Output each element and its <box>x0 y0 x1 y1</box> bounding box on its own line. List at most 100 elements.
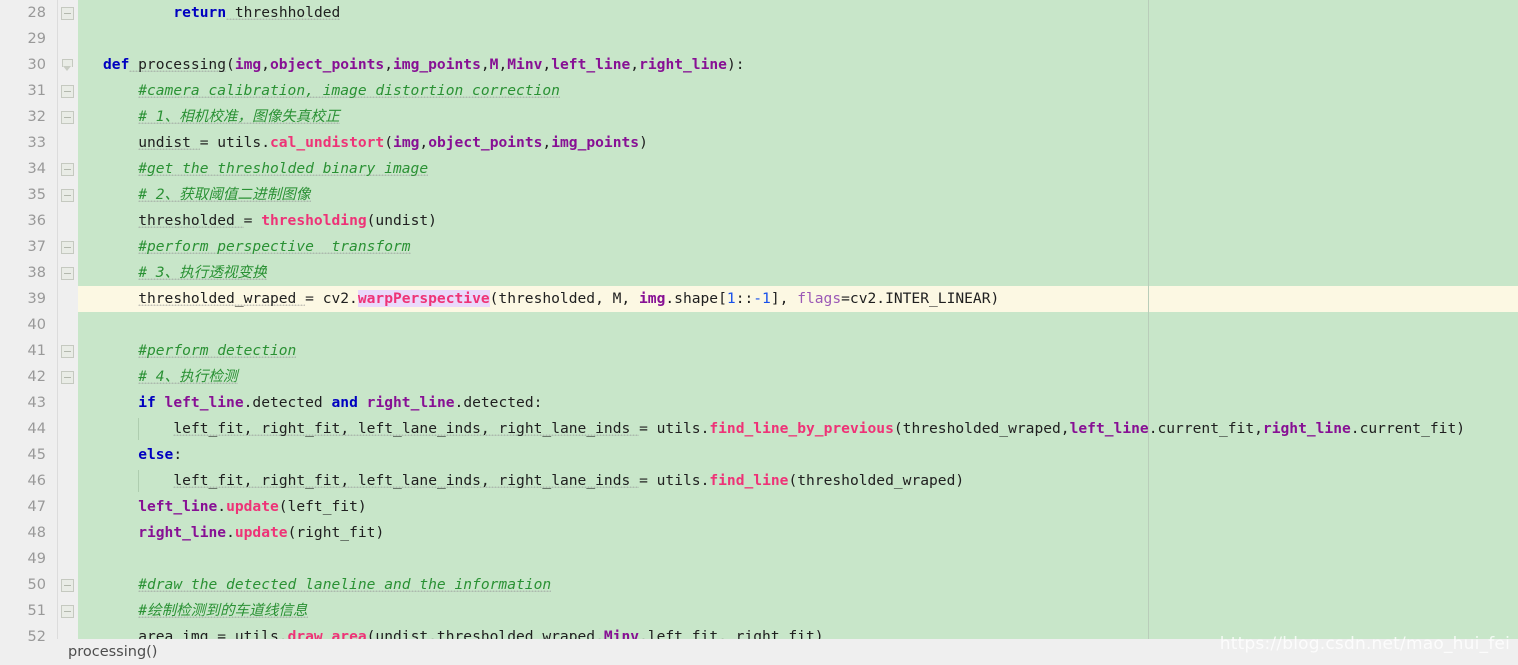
fold-collapse-icon[interactable] <box>61 345 74 358</box>
code-line-text: return threshholded <box>173 0 341 26</box>
code-token: left_line <box>138 498 218 515</box>
code-line[interactable]: if left_line.detected and right_line.det… <box>78 390 1518 416</box>
line-number: 52 <box>27 629 46 645</box>
code-line[interactable]: return threshholded <box>78 0 1518 26</box>
fold-collapse-icon[interactable] <box>61 111 74 124</box>
code-line-current[interactable]: thresholded_wraped = cv2.warpPerspective… <box>78 286 1518 312</box>
code-line[interactable]: #perform detection <box>78 338 1518 364</box>
line-number: 42 <box>27 369 46 385</box>
code-line[interactable]: left_line.update(left_fit) <box>78 494 1518 520</box>
fold-collapse-icon[interactable] <box>61 605 74 618</box>
code-line[interactable]: left_fit, right_fit, left_lane_inds, rig… <box>78 416 1518 442</box>
code-line[interactable]: #绘制检测到的车道线信息 <box>78 598 1518 624</box>
code-line[interactable]: # 2、获取阈值二进制图像 <box>78 182 1518 208</box>
code-token: -1 <box>753 290 771 307</box>
breadcrumb[interactable]: processing() <box>68 639 157 665</box>
fold-collapse-icon[interactable] <box>61 163 74 176</box>
code-line[interactable]: #get the thresholded binary image <box>78 156 1518 182</box>
code-line[interactable] <box>78 312 1518 338</box>
code-line-text: else: <box>138 442 182 468</box>
code-token: , <box>542 134 552 151</box>
code-token: . <box>226 524 235 541</box>
code-token: (undist,thresholded_wraped, <box>366 628 604 639</box>
line-number: 32 <box>27 109 46 125</box>
code-token: threshholded <box>226 4 341 21</box>
code-token: : <box>173 446 183 463</box>
code-token: img <box>639 290 666 307</box>
code-token: right_line <box>366 394 455 411</box>
code-token: left_line <box>1069 420 1149 437</box>
fold-collapse-icon[interactable] <box>61 241 74 254</box>
code-token: #get the thresholded binary image <box>138 160 429 177</box>
line-number: 36 <box>27 213 46 229</box>
code-line[interactable]: else: <box>78 442 1518 468</box>
fold-collapse-icon[interactable] <box>61 267 74 280</box>
line-number: 40 <box>27 317 46 333</box>
line-number: 45 <box>27 447 46 463</box>
code-token: =cv2.INTER_LINEAR) <box>841 290 1000 307</box>
code-token: cal_undistort <box>270 134 385 151</box>
line-number: 46 <box>27 473 46 489</box>
code-line-text: left_fit, right_fit, left_lane_inds, rig… <box>173 468 964 494</box>
code-canvas[interactable]: return threshholded def processing(img,ob… <box>78 0 1518 639</box>
status-bar: processing() <box>0 639 1518 665</box>
fold-collapse-icon[interactable] <box>61 579 74 592</box>
code-line[interactable]: #camera calibration, image distortion co… <box>78 78 1518 104</box>
code-token: # 1、相机校准，图像失真校正 <box>138 108 340 125</box>
line-number: 30 <box>27 57 46 73</box>
code-token: # 3、执行透视变换 <box>138 264 267 281</box>
code-token: ) <box>639 134 648 151</box>
fold-collapse-icon[interactable] <box>61 189 74 202</box>
code-line-text: #perform perspective transform <box>138 234 411 260</box>
code-token: (undist) <box>366 212 437 229</box>
code-token: :: <box>735 290 754 307</box>
code-token: .current_fit, <box>1148 420 1263 437</box>
code-line[interactable]: # 4、执行检测 <box>78 364 1518 390</box>
code-token: and <box>331 394 367 411</box>
code-line-text: # 1、相机校准，图像失真校正 <box>138 104 340 130</box>
fold-collapse-icon[interactable] <box>61 371 74 384</box>
code-token: img <box>234 56 262 73</box>
line-number-gutter[interactable]: 28 29 30 31 32 33 34 35 36 37 38 39 40 41 42 43 44 45 46 47… <box>0 0 57 645</box>
code-token: undist <box>138 134 200 151</box>
code-line-text: #camera calibration, image distortion co… <box>138 78 560 104</box>
code-token: img_points <box>551 134 640 151</box>
code-line[interactable] <box>78 546 1518 572</box>
code-line-text: # 3、执行透视变换 <box>138 260 267 286</box>
code-token: , <box>384 56 393 73</box>
code-line[interactable]: thresholded = thresholding(undist) <box>78 208 1518 234</box>
fold-region-end-icon[interactable] <box>61 58 74 71</box>
line-number: 48 <box>27 525 46 541</box>
fold-collapse-icon[interactable] <box>61 85 74 98</box>
code-line[interactable]: undist = utils.cal_undistort(img,object_… <box>78 130 1518 156</box>
code-token: left_line <box>164 394 244 411</box>
code-token: left_line <box>551 56 631 73</box>
code-line[interactable]: #perform perspective transform <box>78 234 1518 260</box>
code-line[interactable]: area_img = utils.draw_area(undist,thresh… <box>78 624 1518 639</box>
code-line[interactable]: left_fit, right_fit, left_lane_inds, rig… <box>78 468 1518 494</box>
code-token: find_line <box>709 472 789 489</box>
code-token: (thresholded, M, <box>489 290 640 307</box>
code-folding-strip[interactable] <box>57 0 78 639</box>
code-token: , <box>630 56 640 73</box>
code-token: , <box>542 56 552 73</box>
line-number: 47 <box>27 499 46 515</box>
code-token: ( <box>384 134 394 151</box>
code-token: #perform perspective transform <box>138 238 411 255</box>
code-editor[interactable]: return threshholded def processing(img,ob… <box>0 0 1518 665</box>
code-token: .detected: <box>454 394 543 411</box>
code-token: right_line <box>1262 420 1351 437</box>
code-line[interactable] <box>78 26 1518 52</box>
code-token: area_img <box>138 628 218 639</box>
code-token: = cv2. <box>305 290 358 307</box>
code-line[interactable]: right_line.update(right_fit) <box>78 520 1518 546</box>
code-token: thresholded_wraped <box>138 290 306 307</box>
code-line[interactable]: # 3、执行透视变换 <box>78 260 1518 286</box>
fold-collapse-icon[interactable] <box>61 7 74 20</box>
code-token: img <box>393 134 420 151</box>
code-line[interactable]: # 1、相机校准，图像失真校正 <box>78 104 1518 130</box>
code-token: thresholding <box>261 212 367 229</box>
code-line[interactable]: #draw the detected laneline and the info… <box>78 572 1518 598</box>
code-token: left_fit, right_fit, left_lane_inds, rig… <box>173 472 640 489</box>
code-line[interactable]: def processing(img,object_points,img_poi… <box>78 52 1518 78</box>
